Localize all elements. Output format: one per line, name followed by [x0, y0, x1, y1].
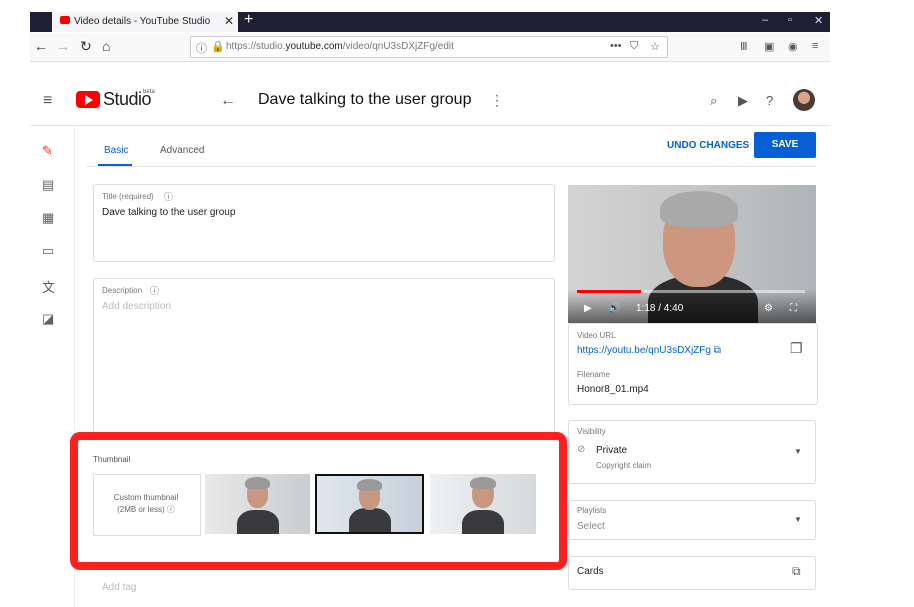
home-icon[interactable]: ⌂ — [102, 38, 110, 54]
open-external-icon[interactable]: ⧉ — [714, 345, 721, 356]
tags-placeholder[interactable]: Add tag — [102, 582, 136, 593]
video-url-link[interactable]: https://youtu.be/qnU3sDXjZFg ⧉ — [577, 345, 721, 356]
hamburger-menu-icon[interactable]: ≡ — [43, 92, 52, 110]
title-field[interactable] — [93, 184, 555, 262]
more-vert-icon[interactable]: ⋮ — [490, 92, 504, 109]
sidebar-icon[interactable]: ▣ — [764, 40, 774, 53]
description-help-icon[interactable]: ⓘ — [150, 284, 159, 297]
edit-pencil-icon[interactable]: ✎ — [42, 143, 53, 159]
youtube-favicon-icon — [60, 16, 70, 24]
account-icon[interactable]: ◉ — [788, 40, 798, 53]
lock-icon: 🔒 — [211, 41, 225, 53]
address-url: https://studio.youtube.com/video/qnU3sDX… — [226, 41, 454, 52]
reload-icon[interactable]: ↻ — [80, 38, 92, 55]
tab-advanced[interactable]: Advanced — [160, 145, 204, 156]
back-arrow-icon[interactable]: ← — [220, 92, 236, 110]
logo-play-triangle — [85, 95, 93, 105]
analytics-icon[interactable]: ▤ — [42, 177, 54, 193]
menu-icon[interactable]: ≡ — [812, 40, 818, 52]
window-close-icon[interactable]: ✕ — [814, 14, 823, 27]
description-label: Description — [102, 286, 143, 295]
left-rail — [30, 126, 75, 607]
description-placeholder[interactable]: Add description — [102, 301, 171, 312]
video-preview[interactable] — [568, 185, 816, 323]
help-icon[interactable]: ? — [766, 93, 773, 108]
forward-arrow-icon[interactable]: → — [56, 38, 70, 54]
visibility-sub: Copyright claim — [596, 461, 652, 470]
bookmark-star-icon[interactable]: ☆ — [650, 40, 660, 53]
filename-label: Filename — [577, 370, 610, 379]
video-url-label: Video URL — [577, 331, 616, 340]
chevron-down-icon[interactable]: ▼ — [794, 515, 802, 524]
playlists-label: Playlists — [577, 506, 607, 515]
page-actions-icon[interactable]: ••• — [610, 40, 622, 52]
settings-gear-icon[interactable]: ⚙ — [764, 303, 773, 314]
title-value[interactable]: Dave talking to the user group — [102, 207, 235, 218]
playlists-placeholder: Select — [577, 521, 605, 532]
highlight-box — [70, 432, 567, 570]
open-external-icon[interactable]: ⧉ — [792, 564, 801, 579]
copyright-icon[interactable]: ◪ — [42, 311, 54, 327]
browser-tab-title: Video details - YouTube Studio — [74, 16, 211, 27]
pocket-icon[interactable]: ⛉ — [630, 40, 638, 53]
library-icon[interactable]: Ⅲ — [740, 40, 748, 53]
chevron-down-icon[interactable]: ▼ — [794, 447, 802, 456]
beta-badge: beta — [143, 89, 155, 95]
video-progress-fill — [577, 290, 641, 293]
tab-close-icon[interactable]: ✕ — [224, 14, 234, 28]
save-button[interactable]: SAVE — [754, 132, 816, 158]
search-icon[interactable]: ⌕ — [710, 93, 717, 109]
info-icon[interactable]: ⓘ — [196, 40, 207, 56]
editor-clapper-icon[interactable]: ▦ — [42, 210, 54, 226]
cards-row[interactable] — [568, 556, 816, 590]
visibility-value: Private — [596, 445, 628, 456]
avatar[interactable] — [793, 89, 815, 111]
visibility-label: Visibility — [577, 427, 606, 436]
minimize-icon[interactable]: – — [762, 14, 768, 26]
tabs-divider — [86, 166, 816, 167]
cards-label: Cards — [577, 566, 604, 577]
new-tab-button[interactable]: + — [244, 11, 253, 29]
tab-basic[interactable]: Basic — [104, 145, 128, 156]
comments-icon[interactable]: ▭ — [42, 243, 54, 259]
undo-changes-button[interactable]: UNDO CHANGES — [667, 140, 749, 151]
maximize-icon[interactable]: ▫ — [788, 14, 792, 26]
fullscreen-icon[interactable]: ⛶ — [790, 303, 797, 314]
page-title: Dave talking to the user group — [258, 91, 472, 108]
play-icon[interactable]: ▶ — [584, 303, 592, 314]
title-help-icon[interactable]: ⓘ — [164, 190, 173, 203]
volume-icon[interactable]: 🔊 — [608, 303, 620, 314]
copy-icon[interactable]: ❐ — [790, 340, 803, 357]
title-label: Title (required) — [102, 192, 154, 201]
video-time: 1:18 / 4:40 — [636, 303, 684, 314]
filename-value: Honor8_01.mp4 — [577, 384, 649, 395]
create-video-icon[interactable]: ▶ — [738, 93, 748, 109]
private-eye-icon: ⊘ — [577, 444, 586, 455]
back-arrow-icon[interactable]: ← — [34, 38, 48, 54]
translate-icon[interactable]: 文 — [42, 277, 55, 296]
